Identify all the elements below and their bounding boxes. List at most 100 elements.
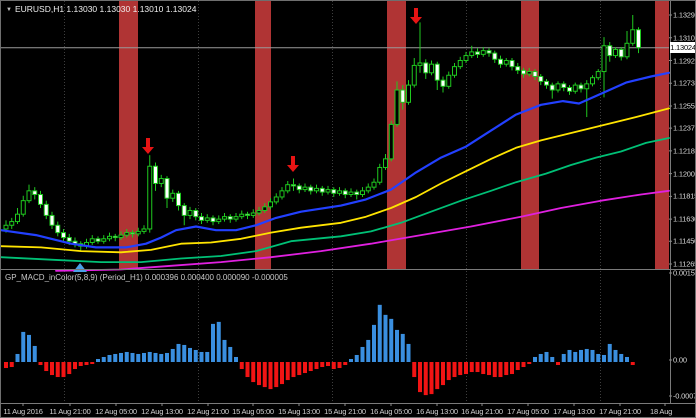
histogram-bar-down [280, 362, 284, 384]
bull-candle-body [21, 201, 25, 215]
bull-candle-body [378, 167, 382, 182]
time-axis-label: 15 Aug 05:00 [232, 407, 274, 416]
time-axis-label: 16 Aug 05:00 [370, 407, 412, 416]
price-axis-label: 1.12000 [673, 169, 696, 178]
histogram-bar-down [441, 362, 445, 385]
histogram-bar-down [447, 362, 451, 380]
bull-candle-body [159, 179, 163, 184]
bear-candle-body [194, 211, 198, 217]
histogram-bar-down [424, 362, 428, 395]
histogram-bar-up [579, 350, 583, 362]
time-axis-label: 12 Aug 21:00 [187, 407, 229, 416]
bull-candle-body [315, 188, 319, 190]
histogram-bar-up [16, 354, 20, 362]
time-axis-label: 12 Aug 05:00 [95, 407, 137, 416]
histogram-bar-down [527, 362, 531, 364]
ma-green-line [1, 138, 669, 262]
bear-candle-body [510, 60, 514, 66]
sell-arrow-icon[interactable] [410, 8, 422, 24]
bear-candle-body [476, 52, 480, 54]
histogram-bar-up [131, 353, 135, 362]
sell-arrow-icon[interactable] [287, 156, 299, 172]
histogram-bar-down [476, 362, 480, 372]
histogram-bar-down [297, 362, 301, 375]
price-axis-label: 1.12735 [673, 79, 696, 88]
bull-candle-body [361, 191, 365, 195]
bear-candle-body [165, 179, 169, 199]
histogram-bar-up [355, 355, 359, 362]
bull-candle-body [384, 159, 388, 168]
indicator-label: GP_MACD_inColor(5,8,9) (Period_H1) 0.000… [5, 273, 288, 282]
bull-candle-body [142, 229, 146, 231]
time-axis-label: 11 Aug 21:00 [49, 407, 90, 416]
histogram-bar-down [464, 362, 468, 374]
time-axis-label: 17 Aug 05:00 [507, 407, 549, 416]
histogram-bar-up [545, 352, 549, 362]
histogram-bar-down [67, 362, 71, 374]
histogram-bar-down [90, 362, 94, 364]
bull-candle-body [372, 182, 376, 187]
histogram-bar-up [102, 357, 106, 362]
bear-candle-body [56, 225, 60, 232]
buy-marker-icon[interactable] [73, 263, 87, 272]
bear-candle-body [297, 186, 301, 190]
current-price-tag: 1.13024 [670, 42, 696, 53]
histogram-bar-down [44, 362, 48, 371]
histogram-bar-down [257, 362, 261, 385]
histogram-bar-down [274, 362, 278, 387]
bear-candle-body [545, 81, 549, 85]
histogram-bar-down [39, 362, 43, 365]
ma-yellow-line [1, 108, 669, 252]
histogram-bar-up [177, 344, 181, 362]
bull-candle-body [27, 191, 31, 201]
bull-candle-body [389, 124, 393, 158]
bear-candle-body [131, 233, 135, 234]
chart-title-text: EURUSD,H1 1.13030 1.13030 1.13010 1.1302… [15, 4, 196, 14]
histogram-bar-up [596, 354, 600, 362]
bear-candle-body [309, 187, 313, 191]
bull-candle-body [458, 60, 462, 66]
histogram-bar-up [154, 353, 158, 362]
histogram-bar-down [56, 362, 60, 377]
bear-candle-body [67, 238, 71, 242]
bear-candle-body [568, 88, 572, 92]
indicator-axis-label: 0.00 [673, 356, 687, 365]
bull-candle-body [16, 214, 20, 221]
histogram-bar-down [510, 362, 514, 374]
histogram-bar-up [188, 348, 192, 362]
histogram-bar-down [326, 362, 330, 366]
bull-candle-body [412, 65, 416, 85]
bull-candle-body [217, 219, 221, 221]
bear-candle-body [493, 53, 497, 59]
histogram-bar-up [366, 340, 370, 362]
mt4-chart-window: ▼EURUSD,H1 1.13030 1.13030 1.13010 1.130… [0, 0, 696, 418]
histogram-bar-down [430, 362, 434, 394]
histogram-bar-up [361, 347, 365, 362]
bull-candle-body [119, 235, 123, 237]
bear-candle-body [401, 90, 405, 102]
bear-candle-body [343, 191, 347, 195]
histogram-bar-up [533, 357, 537, 362]
bull-candle-body [286, 185, 290, 191]
bull-candle-body [407, 85, 411, 102]
time-axis-label: 16 Aug 13:00 [416, 407, 458, 416]
histogram-bar-down [320, 362, 324, 367]
bull-candle-body [125, 233, 129, 235]
histogram-bar-down [269, 362, 273, 389]
histogram-bar-up [96, 359, 100, 362]
chart-canvas[interactable] [1, 1, 696, 418]
sell-arrow-icon[interactable] [142, 138, 154, 154]
bull-candle-body [148, 166, 152, 229]
histogram-bar-down [246, 362, 250, 377]
histogram-bar-up [108, 355, 112, 362]
histogram-bar-up [182, 345, 186, 362]
candlestick-series [4, 15, 641, 251]
symbol-dropdown-icon[interactable]: ▼ [6, 7, 12, 13]
histogram-bar-up [389, 319, 393, 362]
bear-candle-body [608, 46, 612, 56]
bear-candle-body [562, 84, 566, 88]
bear-candle-body [292, 185, 296, 186]
histogram-bar-up [349, 359, 353, 362]
histogram-bar-down [240, 362, 244, 369]
time-axis-label: 11 Aug 2016 [3, 407, 42, 416]
